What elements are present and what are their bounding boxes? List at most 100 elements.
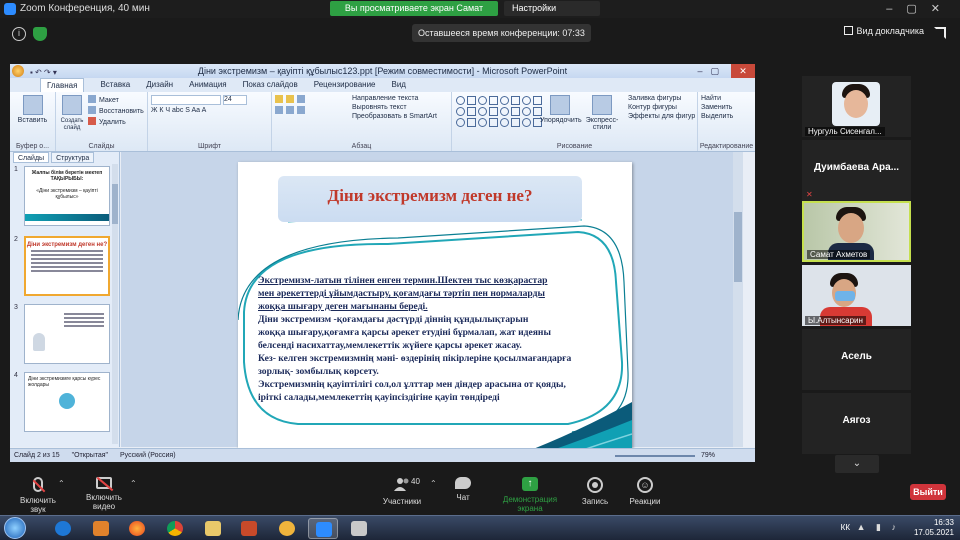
shape-outline-button[interactable]: Контур фигуры [628,104,695,111]
ie-taskbar-button[interactable] [48,518,78,539]
slides-pane-scrollbar[interactable] [112,164,118,444]
chevron-up-icon[interactable]: ⌃ [430,479,437,488]
participant-tile[interactable]: Нургуль Сисенгал... [802,76,911,137]
tab-slideshow[interactable]: Показ слайдов [243,78,298,92]
tab-view[interactable]: Вид [392,78,406,92]
paste-button[interactable]: Вставить [13,117,52,124]
align-center-icon [286,106,294,114]
tab-design[interactable]: Дизайн [146,78,173,92]
paint-taskbar-button[interactable] [344,518,374,539]
participants-icon: 40 [391,477,420,493]
arrange-icon[interactable] [550,95,570,115]
express-styles-icon[interactable] [592,95,612,115]
fullscreen-icon[interactable] [934,27,946,39]
text-direction-button[interactable]: Направление текста [352,95,437,102]
layout-button[interactable]: Макет [88,95,144,104]
office-button-icon[interactable] [12,65,24,77]
clock[interactable]: 16:33 17.05.2021 [914,518,954,538]
chrome-taskbar-button[interactable] [160,518,190,539]
tab-home[interactable]: Главная [40,78,85,92]
font-name-field[interactable] [151,95,221,105]
participant-tile[interactable]: Дуимбаева Ара... ✕ [802,140,911,201]
language-indicator[interactable]: КК [841,523,850,532]
media-player-taskbar-button[interactable] [86,518,116,539]
tab-slides-pane[interactable]: Слайды [13,152,50,163]
slide-line: жоққа шығару деген мағынаны береді. [258,301,428,312]
zoom-level[interactable]: 79% [701,449,715,462]
clipboard-group-label: Буфер о... [15,143,50,150]
reset-button[interactable]: Восстановить [88,106,144,115]
slide-counter: Слайд 2 из 15 [14,452,60,459]
chat-button[interactable]: Чат [448,477,478,502]
tab-animation[interactable]: Анимация [189,78,227,92]
quick-access-toolbar[interactable]: ▪ ↶ ↷ ▾ [30,66,57,80]
tray-icons[interactable]: ▲ ▮ ♪ [857,522,900,533]
ppt-titlebar: ▪ ↶ ↷ ▾ Діни экстремизм – қауіпті құбылы… [10,64,755,78]
create-slide-button[interactable]: Создать слайд [61,118,84,131]
zoom-app-icon [4,3,16,15]
ppt-window-buttons[interactable]: –▢ [697,64,727,78]
slide-line: Діни экстремизм -қоғамдағы дәстүрді дінн… [258,314,529,325]
zoom-titlebar: Zoom Конференция, 40 мин Вы просматривае… [0,0,960,28]
shapes-gallery[interactable] [456,96,542,127]
font-format-buttons[interactable]: Ж К Ч abc S Aa A [151,107,268,114]
participant-tile[interactable]: Асель [802,329,911,390]
info-icon[interactable]: i [12,27,26,41]
share-screen-button[interactable]: ↑ Демонстрация экрана [492,477,568,513]
delete-button[interactable]: Удалить [88,117,144,126]
chevron-up-icon[interactable]: ⌃ [58,479,65,488]
media-player-icon [93,521,109,536]
view-settings-button[interactable]: Настройки просмотра ⌄ [504,1,600,28]
explorer-taskbar-button[interactable] [198,518,228,539]
zoom-slider[interactable] [615,455,695,457]
select-button[interactable]: Выделить [701,113,752,120]
share-screen-label: Демонстрация экрана [502,495,558,513]
start-button[interactable] [4,517,26,539]
ppt-close-button[interactable]: ✕ [731,64,755,78]
participants-button[interactable]: 40 Участники ⌃ [380,477,437,506]
participant-tile[interactable]: Аягоз [802,393,911,454]
view-mode-label: Вид докладчика [856,26,924,36]
unmute-button[interactable]: Включить звук ⌃ [12,477,65,514]
font-size-field[interactable]: 24 [222,95,247,105]
smartart-button[interactable]: Преобразовать в SmartArt [352,113,437,120]
find-button[interactable]: Найти [701,95,752,102]
smiley-icon: ☺ [637,477,653,493]
new-slide-icon[interactable] [62,95,82,115]
shape-fill-button[interactable]: Заливка фигуры [628,95,695,102]
zoom-taskbar-button[interactable] [308,518,338,539]
scrollbar-thumb[interactable] [112,184,118,224]
more-participants-button[interactable]: ⌄ [835,455,879,473]
language-indicator[interactable]: Русский (Россия) [120,452,176,459]
shape-effects-button[interactable]: Эффекты для фигур [628,113,695,120]
arrange-button[interactable]: Упорядочить [540,117,582,124]
reactions-button[interactable]: ☺ Реакции [628,477,662,506]
slide-line: жоққа шығару,қоғамға қарсы әрекет етудін… [258,327,551,338]
express-styles-button[interactable]: Экспресс-стили [586,117,619,131]
view-mode-button[interactable]: Вид докладчика [843,26,924,36]
tab-outline-pane[interactable]: Структура [51,152,95,163]
tab-insert[interactable]: Вставка [100,78,130,92]
leave-button[interactable]: Выйти [910,484,946,500]
align-text-button[interactable]: Выровнять текст [352,104,437,111]
record-button[interactable]: Запись [580,477,610,506]
current-slide[interactable]: Діни экстремизм деген не? Экстремизм-лат… [238,162,632,455]
align-buttons[interactable] [275,106,308,115]
edit-area-scrollbar[interactable] [733,152,743,447]
participant-tile-active[interactable]: Самат Ахметов [802,201,911,262]
paste-icon[interactable] [22,95,43,115]
chevron-up-icon[interactable]: ⌃ [130,479,137,488]
firefox-taskbar-button[interactable] [122,518,152,539]
participant-tile[interactable]: Ы.Алтынсарин [802,265,911,326]
replace-button[interactable]: Заменить [701,104,752,111]
mail-taskbar-button[interactable] [272,518,302,539]
shield-icon[interactable] [33,27,47,41]
start-video-button[interactable]: Включить видео ⌃ [74,477,137,511]
list-buttons[interactable] [275,95,308,104]
group-clipboard: Вставить Буфер о... [10,92,56,151]
clock-time: 16:33 [933,518,954,527]
scrollbar-thumb[interactable] [734,212,742,282]
powerpoint-taskbar-button[interactable] [234,518,264,539]
window-controls[interactable]: –▢✕ [886,2,954,15]
tab-review[interactable]: Рецензирование [314,78,376,92]
